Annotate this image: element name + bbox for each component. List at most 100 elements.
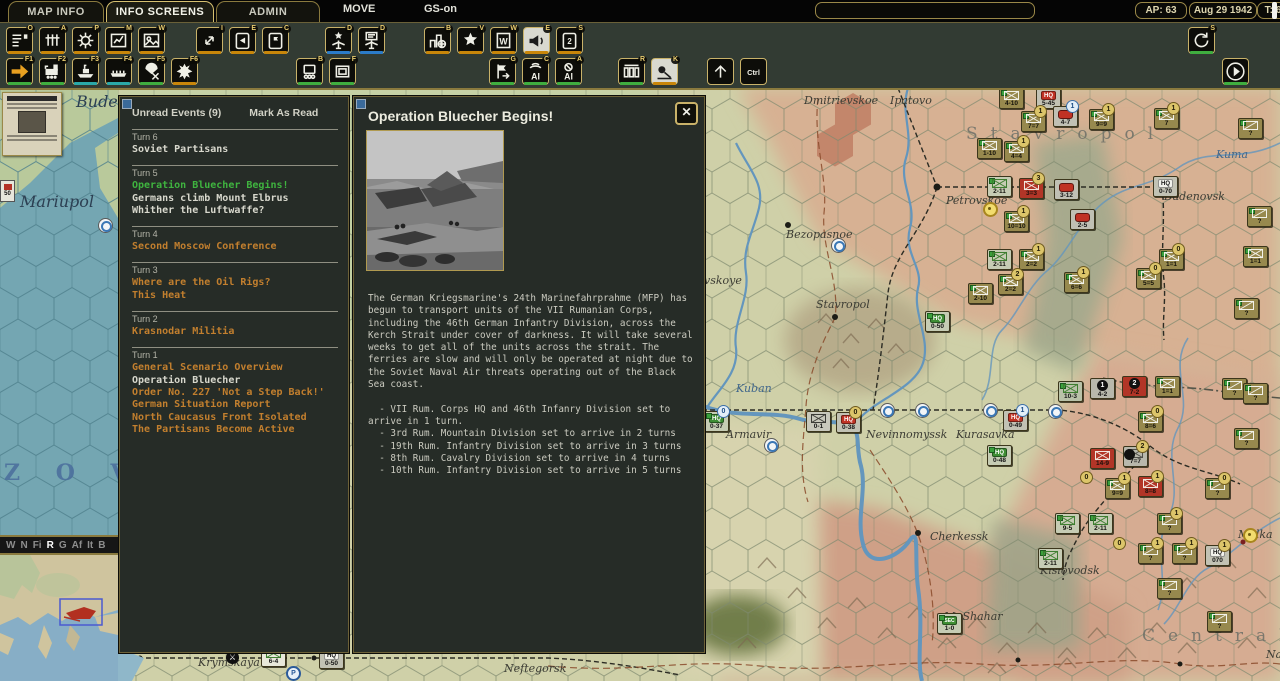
tab-info-screens[interactable]: INFO SCREENS [106,1,214,22]
filter-letter-af[interactable]: Af [72,540,83,551]
unit-counter[interactable]: ?1 [1157,513,1182,534]
unit-counter[interactable]: 7=71 [1021,111,1046,132]
metrics-chart-icon[interactable]: M [105,27,132,54]
orders-list-icon[interactable]: O [6,27,33,54]
panel-window-icon[interactable] [356,99,366,109]
unit-counter[interactable]: 8=60 [1138,411,1163,432]
events-megaphone-icon[interactable]: E [523,27,550,54]
unit-counter[interactable]: 50 [0,180,15,202]
unit-counter[interactable]: 71 [1154,108,1179,129]
unit-counter[interactable]: 2-11 [1088,513,1113,534]
unit-counter[interactable]: ? [1207,611,1232,632]
unit-counter[interactable]: 1=1 [1243,246,1268,267]
unit-counter[interactable]: 2-11 [987,249,1012,270]
unit-counter[interactable]: HQ0-70 [1153,176,1178,197]
unit-counter[interactable]: 1=10 [1159,249,1184,270]
unit-counter[interactable]: 9=91 [1105,478,1130,499]
ai-assist-icon[interactable]: C [522,58,549,85]
panel-window-icon[interactable] [122,99,132,109]
unit-counter[interactable]: 1=1 [1155,376,1180,397]
map-left-strip[interactable]: 50 BuderMariupolZ O V WNFiRGAfItB [0,88,118,681]
ctrl-key-icon[interactable] [740,58,767,85]
event-item[interactable]: Where are the Oil Rigs? [132,277,338,289]
unit-counter[interactable]: 1-10 [977,138,1002,159]
production-city-icon[interactable]: B [424,27,451,54]
unit-counter[interactable]: ? [1157,578,1182,599]
filter-letter-g[interactable]: G [59,540,67,551]
unit-counter[interactable]: 9=91 [1089,109,1114,130]
unit-counter[interactable]: HQ0-48 [987,445,1012,466]
event-item[interactable]: Order No. 227 'Not a Step Back!' [132,387,338,399]
unit-counter[interactable]: 27-2 [1122,376,1147,397]
mark-as-read-button[interactable]: Mark As Read [249,107,318,119]
filter-letter-r[interactable]: R [47,540,54,551]
unit-counter[interactable]: HQ0-50 [925,311,950,332]
unit-counter[interactable]: ? [1243,383,1268,404]
unit-counter[interactable]: 4=41 [1004,141,1029,162]
shift-key-icon[interactable] [707,58,734,85]
unit-counter[interactable]: 2=22 [998,274,1023,295]
unit-counter[interactable]: 0-1 [806,411,831,432]
unit-counter[interactable]: 2-5 [1070,209,1095,230]
event-item[interactable]: The Partisans Become Active [132,424,338,436]
unit-counter[interactable]: 6=61 [1064,272,1089,293]
end-turn-icon[interactable] [1222,58,1249,85]
unit-counter[interactable]: ? [1238,118,1263,139]
unit-counter[interactable]: 3-12 [1054,179,1079,200]
event-newspaper-thumbnail[interactable] [2,92,62,156]
amphibious-icon[interactable]: F4 [105,58,132,85]
event-card-icon[interactable]: E [229,27,256,54]
next-move-arrow-icon[interactable]: F1 [6,58,33,85]
air-directive-icon[interactable]: D [358,27,385,54]
unit-counter[interactable]: 5=50 [1136,268,1161,289]
transfer-arrows-icon[interactable]: I [196,27,223,54]
victory-star-icon[interactable]: V [457,27,484,54]
unit-counter[interactable]: HQ0-491 [1003,410,1028,431]
event-item[interactable]: German Situation Report [132,399,338,411]
scrollbar-thumb[interactable] [1272,2,1277,19]
unit-counter[interactable]: ?1 [1138,543,1163,564]
unit-counter[interactable]: 2=21 [1019,249,1044,270]
airborne-icon[interactable]: F5 [138,58,165,85]
unit-counter[interactable]: 14-9 [1090,448,1115,469]
ground-battle-icon[interactable]: F6 [171,58,198,85]
ai-off-icon[interactable]: A [555,58,582,85]
event-item[interactable]: Operation Bluecher Begins! [132,180,338,192]
event-item[interactable]: North Caucasus Front Isolated [132,412,338,424]
unit-counter[interactable]: 9-5 [1055,513,1080,534]
close-icon[interactable]: ✕ [675,102,698,125]
weather-screen-icon[interactable]: W [138,27,165,54]
minimap[interactable] [0,555,118,681]
event-item[interactable]: General Scenario Overview [132,362,338,374]
save-card-icon[interactable]: S [556,27,583,54]
unit-counter[interactable]: HQ0-380 [836,412,861,433]
unit-counter[interactable]: 10=101 [1004,211,1029,232]
event-item[interactable]: Whither the Luftwaffe? [132,205,338,217]
unit-counter[interactable]: ?0 [1205,478,1230,499]
unit-counter[interactable]: ? [1234,298,1259,319]
unit-counter[interactable]: 7=72 [1123,446,1148,467]
filter-letter-it[interactable]: It [87,540,93,551]
battery-status-icon[interactable]: R [618,58,645,85]
event-item[interactable]: Second Moscow Conference [132,241,338,253]
unit-counter[interactable]: ? [1234,428,1259,449]
event-item[interactable]: Krasnodar Militia [132,326,338,338]
preferences-gear-icon[interactable]: P [72,27,99,54]
rail-transport-icon[interactable]: F2 [39,58,66,85]
unit-counter[interactable]: ? [1247,206,1272,227]
filter-letter-n[interactable]: N [20,540,27,551]
supply-cart-icon[interactable]: B [296,58,323,85]
unit-counter[interactable]: SEC1-0 [937,613,962,634]
unit-counter[interactable]: 2-11 [987,176,1012,197]
unit-counter[interactable]: 4-10 [999,88,1024,109]
top-label-move[interactable]: MOVE [343,3,375,15]
unit-counter[interactable]: 14-2 [1090,378,1115,399]
unit-counter[interactable]: 10-3 [1058,381,1083,402]
unit-counter[interactable]: 4-71 [1053,106,1078,127]
air-doctrine-icon[interactable]: D [325,27,352,54]
event-item[interactable]: This Heat [132,290,338,302]
unit-counter[interactable]: HQ0-370 [704,411,729,432]
event-item[interactable]: Germans climb Mount Elbrus [132,193,338,205]
unit-counter[interactable]: 2-11 [1038,548,1063,569]
objective-flag-icon[interactable]: G [489,58,516,85]
